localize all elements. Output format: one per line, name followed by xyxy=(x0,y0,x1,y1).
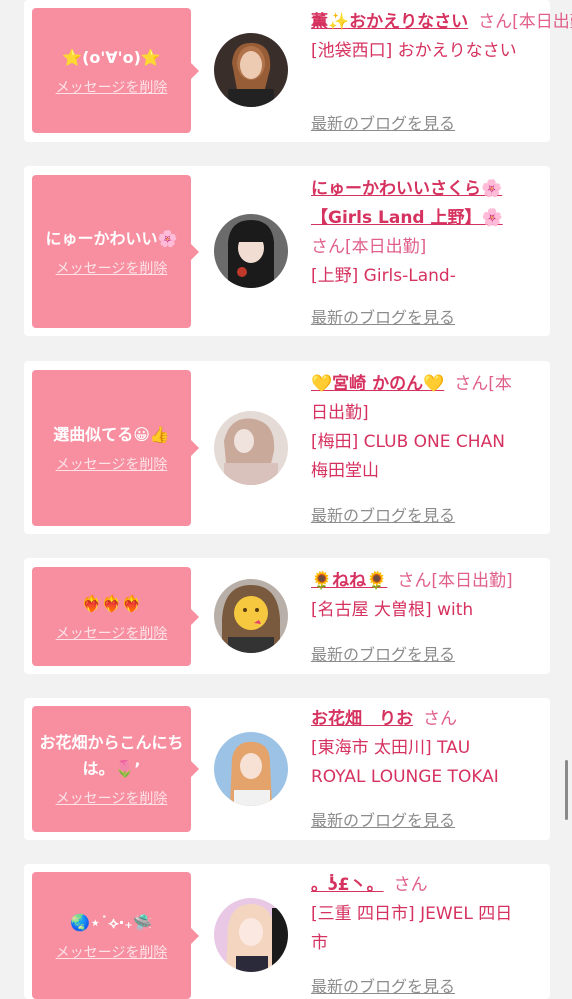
cast-suffix: さん[本 xyxy=(454,374,512,394)
cast-info: にゅーかわいいさくら🌸 【Girls Land 上野】🌸 さん[本日出勤] [上… xyxy=(311,175,543,291)
message-text: ⭐(o'∀'o)⭐ xyxy=(62,47,161,67)
message-card: 選曲似てる😀👍 メッセージを削除 💛宮崎 かのん💛 さん[本 日出勤] [梅田] … xyxy=(24,361,550,534)
avatar-photo xyxy=(214,411,288,485)
cast-info: 🌻ねね🌻 さん[本日出勤] [名古屋 大曽根] with xyxy=(311,567,543,625)
message-text: ❤️‍🔥❤️‍🔥❤️‍🔥 xyxy=(81,593,142,613)
cast-name-link[interactable]: にゅーかわいいさくら🌸 xyxy=(311,179,502,199)
message-bubble: 🌏⋆˙⟡‧₊🛸 メッセージを削除 xyxy=(32,872,191,999)
avatar-photo xyxy=(214,214,288,288)
cast-shop-line2: ROYAL LOUNGE TOKAI xyxy=(311,767,499,787)
cast-suffix: さん xyxy=(423,709,457,729)
delete-message-link[interactable]: メッセージを削除 xyxy=(56,77,168,97)
cast-info: お花畑 りお さん [東海市 太田川] TAU ROYAL LOUNGE TOKA… xyxy=(311,705,543,792)
latest-blog-link[interactable]: 最新のブログを見る xyxy=(311,304,455,328)
latest-blog-link[interactable]: 最新のブログを見る xyxy=(311,807,455,831)
avatar-photo xyxy=(214,579,288,653)
scrollbar-thumb[interactable] xyxy=(565,760,568,820)
cast-name-link[interactable]: 🌻ねね🌻 xyxy=(311,571,387,591)
latest-blog-link[interactable]: 最新のブログを見る xyxy=(311,973,455,997)
avatar[interactable] xyxy=(214,33,288,107)
cast-shop: [三重 四日市] JEWEL 四日 xyxy=(311,904,513,924)
message-card: 🌏⋆˙⟡‧₊🛸 メッセージを削除 。ʖ̇£丶。 さん [三重 四日市] JEWEL… xyxy=(24,864,550,999)
message-bubble: お花畑からこんにちは。🌷’ メッセージを削除 xyxy=(32,706,191,832)
cast-name-link[interactable]: 。ʖ̇£丶。 xyxy=(311,875,384,895)
cast-name-link-line2[interactable]: 【Girls Land 上野】🌸 xyxy=(311,208,503,228)
avatar[interactable] xyxy=(214,579,288,653)
cast-shop: [東海市 太田川] TAU xyxy=(311,738,471,758)
message-bubble: ⭐(o'∀'o)⭐ メッセージを削除 xyxy=(32,8,191,133)
message-card: お花畑からこんにちは。🌷’ メッセージを削除 お花畑 りお さん [東海市 太田川… xyxy=(24,698,550,840)
avatar[interactable] xyxy=(214,411,288,485)
delete-message-link[interactable]: メッセージを削除 xyxy=(56,258,168,278)
cast-suffix: さん xyxy=(393,875,428,895)
latest-blog-link[interactable]: 最新のブログを見る xyxy=(311,502,455,526)
cast-info: 。ʖ̇£丶。 さん [三重 四日市] JEWEL 四日 市 xyxy=(311,871,543,958)
message-card: にゅーかわいい🌸 メッセージを削除 にゅーかわいいさくら🌸 【Girls Lan… xyxy=(24,166,550,336)
cast-shop: [上野] Girls-Land- xyxy=(311,266,456,286)
delete-message-link[interactable]: メッセージを削除 xyxy=(56,788,168,808)
message-list: ⭐(o'∀'o)⭐ メッセージを削除 薫✨おかえりなさいさん[本日出勤] [池袋… xyxy=(0,0,572,999)
message-text: 選曲似てる😀👍 xyxy=(53,425,170,444)
message-text: 🌏⋆˙⟡‧₊🛸 xyxy=(70,912,153,932)
cast-suffix: さん[本日出勤] xyxy=(397,571,513,591)
latest-blog-link[interactable]: 最新のブログを見る xyxy=(311,641,455,665)
message-text: にゅーかわいい🌸 xyxy=(45,228,178,248)
message-bubble: にゅーかわいい🌸 メッセージを削除 xyxy=(32,175,191,328)
cast-shop-line2: 市 xyxy=(311,933,328,953)
avatar[interactable] xyxy=(214,898,288,972)
cast-shop: [池袋西口] おかえりなさい xyxy=(311,41,517,61)
cast-suffix-line2: 日出勤] xyxy=(311,403,369,423)
avatar-photo xyxy=(214,898,288,972)
latest-blog-link[interactable]: 最新のブログを見る xyxy=(311,110,455,134)
avatar[interactable] xyxy=(214,732,288,806)
delete-message-link[interactable]: メッセージを削除 xyxy=(56,623,168,643)
cast-suffix: さん[本日出勤] xyxy=(311,237,427,257)
cast-name-link[interactable]: お花畑 りお xyxy=(311,709,413,729)
message-card: ⭐(o'∀'o)⭐ メッセージを削除 薫✨おかえりなさいさん[本日出勤] [池袋… xyxy=(24,0,572,142)
cast-info: 💛宮崎 かのん💛 さん[本 日出勤] [梅田] CLUB ONE CHAN 梅田堂… xyxy=(311,370,543,486)
cast-shop: [名古屋 大曽根] with xyxy=(311,600,474,620)
message-card: ❤️‍🔥❤️‍🔥❤️‍🔥 メッセージを削除 🌻ねね🌻 さん[本日出勤] [名古屋 … xyxy=(24,558,550,674)
cast-shop: [梅田] CLUB ONE CHAN xyxy=(311,432,505,452)
cast-suffix: さん[本日出勤] xyxy=(478,12,572,32)
avatar-photo xyxy=(214,732,288,806)
cast-name-link[interactable]: 薫✨おかえりなさい xyxy=(311,12,468,32)
message-text: お花畑からこんにちは。🌷’ xyxy=(39,733,184,778)
avatar-photo xyxy=(214,33,288,107)
avatar[interactable] xyxy=(214,214,288,288)
message-bubble: ❤️‍🔥❤️‍🔥❤️‍🔥 メッセージを削除 xyxy=(32,567,191,666)
cast-name-link[interactable]: 💛宮崎 かのん💛 xyxy=(311,374,444,394)
message-bubble: 選曲似てる😀👍 メッセージを削除 xyxy=(32,370,191,526)
cast-shop-line2: 梅田堂山 xyxy=(311,461,379,481)
delete-message-link[interactable]: メッセージを削除 xyxy=(56,942,168,962)
cast-info: 薫✨おかえりなさいさん[本日出勤] [池袋西口] おかえりなさい xyxy=(311,8,572,66)
delete-message-link[interactable]: メッセージを削除 xyxy=(56,454,168,474)
